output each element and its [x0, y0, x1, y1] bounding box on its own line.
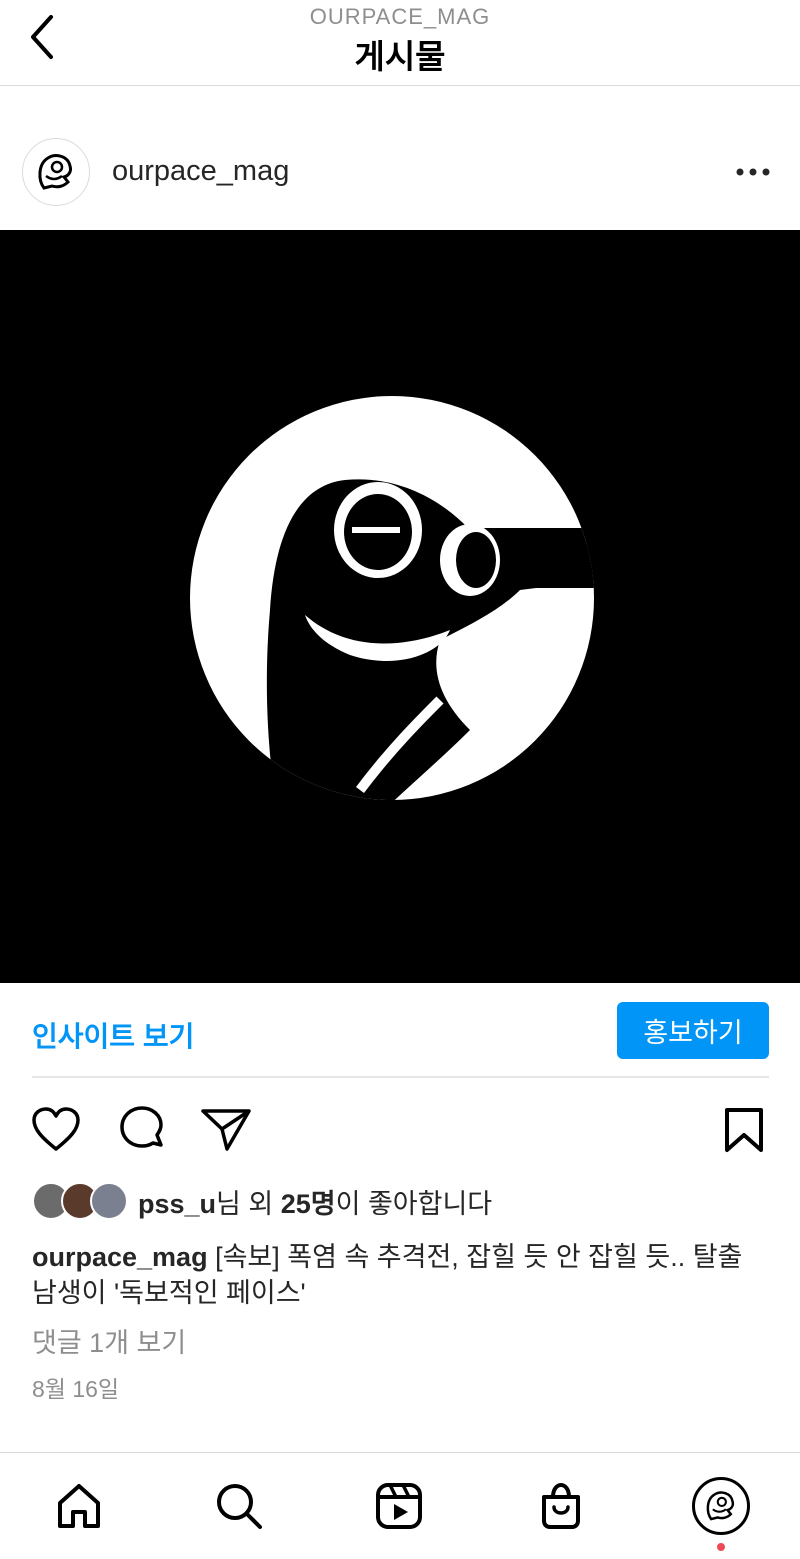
likes-summary[interactable]: pss_u님 외 25명이 좋아합니다 [32, 1180, 492, 1222]
nav-shop[interactable] [530, 1475, 592, 1537]
bottom-nav [0, 1452, 800, 1559]
divider [32, 1076, 769, 1078]
turtle-logo-icon [706, 1491, 735, 1521]
nav-search[interactable] [208, 1475, 270, 1537]
likes-count[interactable]: 25명 [281, 1189, 336, 1219]
reels-icon [376, 1483, 422, 1529]
nav-home[interactable] [48, 1475, 110, 1537]
heart-icon [32, 1107, 80, 1151]
shopping-bag-icon [542, 1482, 580, 1529]
avatar[interactable] [22, 138, 90, 206]
like-button[interactable] [26, 1100, 86, 1160]
post-actions [0, 1100, 800, 1160]
post-username[interactable]: ourpace_mag [112, 155, 289, 188]
nav-profile[interactable] [692, 1477, 750, 1535]
post-caption: ourpace_mag [속보] 폭염 속 추격전, 잡힐 듯 안 잡힐 듯..… [32, 1239, 772, 1311]
post-header: ourpace_mag [0, 138, 800, 206]
more-horizontal-icon [736, 168, 770, 176]
save-button[interactable] [714, 1100, 774, 1160]
promote-button[interactable]: 홍보하기 [617, 1002, 769, 1059]
post-date: 8월 16일 [32, 1376, 120, 1402]
view-comments-link[interactable]: 댓글 1개 보기 [32, 1321, 186, 1360]
top-bar: OURPACE_MAG 게시물 [0, 0, 800, 86]
liker-avatars [32, 1181, 130, 1221]
share-button[interactable] [196, 1100, 256, 1160]
home-icon [58, 1484, 100, 1528]
nav-reels[interactable] [368, 1475, 430, 1537]
page-title: 게시물 [354, 38, 446, 75]
bookmark-icon [725, 1108, 763, 1152]
account-subtitle: OURPACE_MAG [309, 4, 491, 29]
notification-dot [717, 1543, 725, 1551]
search-icon [217, 1484, 262, 1529]
turtle-telescope-illustration [190, 396, 594, 800]
view-insights-link[interactable]: 인사이트 보기 [32, 1015, 194, 1055]
caption-username[interactable]: ourpace_mag [32, 1242, 208, 1272]
insights-row: 인사이트 보기 홍보하기 [0, 984, 800, 1077]
post-image[interactable] [0, 230, 800, 983]
send-icon [201, 1109, 251, 1151]
likes-suffix: 이 좋아합니다 [335, 1188, 493, 1219]
turtle-logo-icon [38, 154, 72, 190]
more-options-button[interactable] [730, 154, 776, 190]
avatar [90, 1182, 128, 1220]
liker-username[interactable]: pss_u [138, 1189, 216, 1219]
likes-text: pss_u님 외 25명이 좋아합니다 [138, 1182, 492, 1221]
comment-icon [120, 1106, 163, 1148]
comment-button[interactable] [112, 1100, 172, 1160]
likes-connector: 님 외 [216, 1188, 281, 1219]
